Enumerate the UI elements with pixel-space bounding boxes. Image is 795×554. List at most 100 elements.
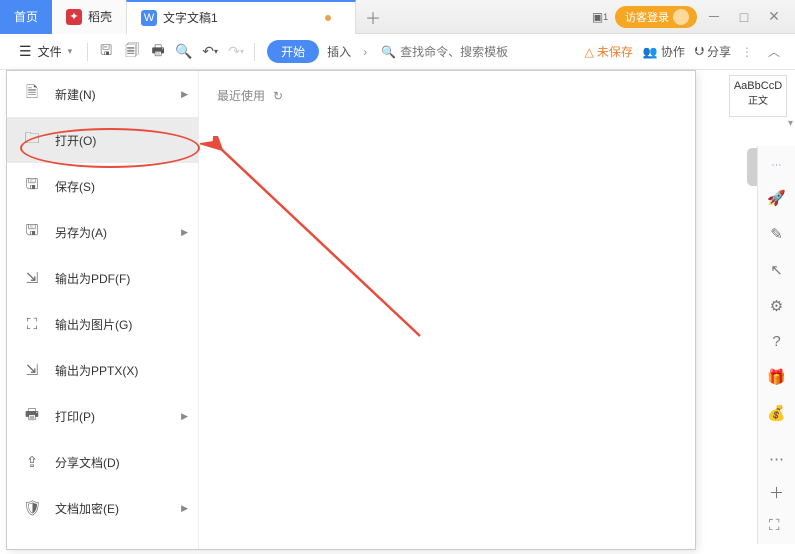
submenu-arrow-icon: ▶ — [181, 227, 188, 238]
search-icon: 🔍 — [381, 45, 396, 59]
menu-item-label: 输出为PDF(F) — [55, 270, 130, 287]
cursor-icon[interactable]: ↖ — [770, 261, 783, 279]
file-menu-panel: 最近使用 ↻ — [199, 71, 695, 549]
tab-document[interactable]: W 文字文稿1 — [126, 0, 356, 34]
tab-start-label: 开始 — [281, 45, 305, 59]
close-button[interactable]: ✕ — [759, 3, 789, 31]
search-box[interactable]: 🔍 — [381, 45, 510, 59]
titlebar-right: ▣1 访客登录 － □ ✕ — [587, 3, 795, 31]
separator — [254, 43, 255, 61]
more-icon[interactable]: ⋮ — [741, 45, 753, 59]
file-menu-button[interactable]: ☰ 文件 ▾ — [10, 40, 81, 63]
sliders-icon[interactable]: ⚙ — [770, 297, 783, 315]
save-icon[interactable]: 🖫 — [94, 40, 118, 64]
submenu-arrow-icon: ▶ — [181, 89, 188, 100]
menu-item-label: 打开(O) — [55, 132, 96, 149]
refresh-icon[interactable]: ↻ — [273, 89, 283, 103]
unsaved-label: 未保存 — [597, 43, 633, 60]
menu-item-label: 另存为(A) — [55, 224, 107, 241]
login-label: 访客登录 — [625, 9, 669, 25]
ruler-icon[interactable]: ⋯ — [772, 160, 782, 171]
minimize-button[interactable]: － — [699, 3, 729, 31]
unsaved-button[interactable]: △未保存 — [585, 43, 633, 60]
print-icon[interactable]: 🖶 — [146, 40, 170, 64]
menu-item-icon: 🖫 — [23, 220, 41, 245]
share-label: 分享 — [707, 43, 731, 60]
menu-item-icon: ⇪ — [23, 453, 41, 471]
menu-item-label: 文档加密(E) — [55, 500, 119, 517]
dots-icon[interactable]: ⋯ — [769, 450, 784, 468]
menu-item-label: 打印(P) — [55, 408, 95, 425]
save-as-icon[interactable]: 🗐 — [120, 40, 144, 64]
submenu-arrow-icon: ▶ — [181, 411, 188, 422]
menu-item-icon: 🖫 — [23, 174, 41, 199]
menu-item-9[interactable]: 🛡文档加密(E)▶ — [7, 485, 198, 531]
docer-icon: ✦ — [66, 9, 82, 25]
gift-icon[interactable]: 🎁 — [767, 368, 786, 386]
money-icon[interactable]: 💰 — [767, 404, 786, 422]
hamburger-icon: ☰ — [19, 43, 32, 60]
pencil-icon[interactable]: ✎ — [770, 225, 783, 243]
tab-home[interactable]: 首页 — [0, 0, 52, 34]
new-tab-button[interactable]: ＋ — [356, 5, 390, 29]
maximize-button[interactable]: □ — [729, 3, 759, 31]
file-label: 文件 — [38, 43, 62, 60]
menu-item-6[interactable]: ⇲输出为PPTX(X) — [7, 347, 198, 393]
menu-item-icon: ⛶ — [23, 316, 41, 333]
rocket-icon[interactable]: 🚀 — [767, 189, 786, 207]
menu-item-0[interactable]: 🗎 新建(N) ▶ — [7, 71, 198, 117]
menu-item-8[interactable]: ⇪ 分享文档(D) — [7, 439, 198, 485]
collapse-ribbon-icon[interactable]: ︿ — [763, 41, 785, 63]
style-chip[interactable]: AaBbCcD 正文 — [729, 75, 787, 117]
tab-insert[interactable]: 插入 — [321, 43, 357, 60]
style-sample: AaBbCcD — [730, 80, 786, 92]
menu-item-label: 新建(N) — [55, 86, 96, 103]
menu-item-icon: 🖶 — [23, 404, 41, 429]
file-dropdown: 🗎新建(N)▶🗀打开(O)🖫保存(S)🖫另存为(A)▶⇲输出为PDF(F)⛶输出… — [6, 70, 696, 550]
panel-badge: 1 — [603, 12, 608, 22]
menu-item-label: 保存(S) — [55, 178, 95, 195]
chevron-down-icon: ▾ — [68, 46, 73, 57]
help-icon[interactable]: ? — [772, 333, 780, 350]
menu-item-3[interactable]: 🖫 另存为(A) ▶ — [7, 209, 198, 255]
doc-icon: W — [141, 10, 157, 26]
tab-home-label: 首页 — [14, 8, 38, 25]
unsaved-dot-icon — [325, 15, 331, 21]
titlebar: 首页 ✦稻壳 W 文字文稿1 ＋ ▣1 访客登录 － □ ✕ — [0, 0, 795, 34]
separator — [87, 43, 88, 61]
login-button[interactable]: 访客登录 — [615, 6, 697, 28]
avatar-icon — [673, 9, 689, 25]
tab-docer[interactable]: ✦稻壳 — [52, 0, 126, 34]
doc-title: 文字文稿1 — [163, 9, 315, 26]
search-input[interactable] — [400, 45, 510, 59]
menu-item-1[interactable]: 🗀打开(O) — [7, 117, 198, 163]
cloud-icon: △ — [585, 45, 594, 59]
file-menu-list: 🗎新建(N)▶🗀打开(O)🖫保存(S)🖫另存为(A)▶⇲输出为PDF(F)⛶输出… — [7, 71, 199, 549]
menu-item-icon: ⇲ — [23, 361, 41, 379]
menu-item-7[interactable]: 🖶 打印(P) ▶ — [7, 393, 198, 439]
expand-icon[interactable]: ⛶ — [769, 517, 784, 534]
undo-icon[interactable]: ↶▾ — [198, 40, 222, 64]
share-button[interactable]: ⮋分享 — [695, 43, 731, 60]
recent-label: 最近使用 — [217, 87, 265, 104]
collab-label: 协作 — [661, 43, 685, 60]
sidebar-handle[interactable] — [747, 148, 757, 186]
more-tabs-icon[interactable]: › — [359, 45, 371, 59]
plus-icon[interactable]: ＋ — [769, 482, 784, 503]
menu-item-4[interactable]: ⇲输出为PDF(F) — [7, 255, 198, 301]
collab-button[interactable]: 👥协作 — [643, 43, 685, 60]
menu-item-icon: 🗎 — [23, 82, 41, 107]
preview-icon[interactable]: 🔍 — [172, 40, 196, 64]
style-dropdown-icon[interactable]: ▾ — [788, 118, 793, 129]
tab-start[interactable]: 开始 — [267, 40, 319, 63]
menu-item-2[interactable]: 🖫 保存(S) — [7, 163, 198, 209]
menu-item-label: 输出为图片(G) — [55, 316, 132, 333]
menu-item-5[interactable]: ⛶ 输出为图片(G) — [7, 301, 198, 347]
panel-icon[interactable]: ▣1 — [587, 4, 613, 30]
toolbar-right: △未保存 👥协作 ⮋分享 ⋮ ︿ — [585, 41, 785, 63]
content-area: 🗎新建(N)▶🗀打开(O)🖫保存(S)🖫另存为(A)▶⇲输出为PDF(F)⛶输出… — [0, 70, 795, 554]
menu-item-label: 分享文档(D) — [55, 454, 120, 471]
redo-icon[interactable]: ↷▾ — [224, 40, 248, 64]
toolbar: ☰ 文件 ▾ 🖫 🗐 🖶 🔍 ↶▾ ↷▾ 开始 插入 › 🔍 △未保存 👥协作 … — [0, 34, 795, 70]
collab-icon: 👥 — [643, 45, 658, 59]
